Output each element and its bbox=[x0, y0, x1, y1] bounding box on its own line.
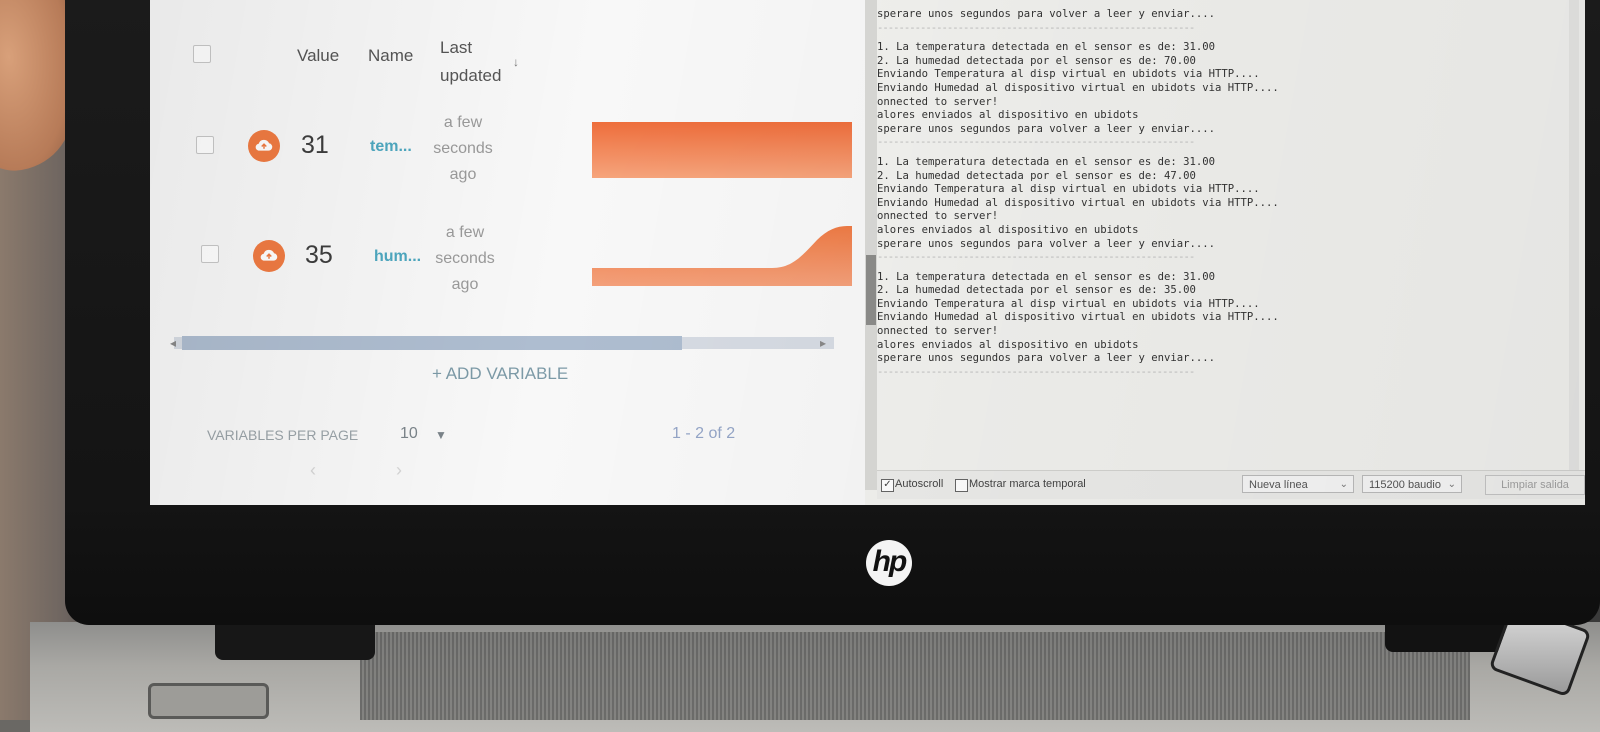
header-last-updated-line2: updated bbox=[440, 66, 502, 85]
serial-separator: ----------------------------------------… bbox=[877, 251, 1195, 264]
per-page-select[interactable]: 10 bbox=[400, 425, 418, 443]
serial-line: 1. La temperatura detectada en el sensor… bbox=[877, 155, 1216, 168]
left-scrollbar-thumb[interactable] bbox=[866, 255, 876, 325]
row-checkbox[interactable] bbox=[201, 245, 219, 263]
clear-output-button[interactable]: Limpiar salida bbox=[1485, 475, 1585, 495]
row-name-link[interactable]: hum... bbox=[374, 248, 421, 266]
serial-separator: ----------------------------------------… bbox=[877, 21, 1195, 34]
header-name[interactable]: Name bbox=[368, 46, 413, 66]
serial-line: 2. La humedad detectada por el sensor es… bbox=[877, 169, 1196, 182]
serial-line: alores enviados al dispositivo en ubidot… bbox=[877, 338, 1139, 351]
serial-toolbar: ✓ Autoscroll Mostrar marca temporal Nuev… bbox=[877, 470, 1585, 499]
cloud-upload-icon bbox=[248, 130, 280, 162]
serial-line: Enviando Humedad al dispositivo virtual … bbox=[877, 81, 1279, 94]
serial-line: onnected to server! bbox=[877, 325, 999, 338]
sort-arrow-icon[interactable]: ↓ bbox=[513, 55, 519, 69]
row-last-updated: a few seconds ago bbox=[435, 224, 495, 293]
serial-line: alores enviados al dispositivo en ubidot… bbox=[877, 223, 1139, 236]
pagination-range: 1 - 2 of 2 bbox=[672, 425, 736, 442]
screen: Value Name Last updated ↓ 31 tem... a fe… bbox=[150, 0, 1585, 505]
row-value: 31 bbox=[301, 131, 329, 159]
serial-line: onnected to server! bbox=[877, 210, 999, 223]
serial-line: sperare unos segundos para volver a leer… bbox=[877, 237, 1216, 250]
serial-scrollbar[interactable] bbox=[1569, 0, 1579, 470]
row-value: 35 bbox=[305, 241, 333, 269]
serial-line: 2. La humedad detectada por el sensor es… bbox=[877, 284, 1196, 297]
select-all-checkbox[interactable] bbox=[193, 45, 211, 63]
chevron-down-icon: ⌄ bbox=[1447, 479, 1456, 490]
serial-line: 2. La humedad detectada por el sensor es… bbox=[877, 54, 1196, 67]
autoscroll-checkbox[interactable]: ✓ bbox=[881, 479, 894, 492]
serial-line: Enviando Humedad al dispositivo virtual … bbox=[877, 311, 1279, 324]
baud-rate-value: 115200 baudio bbox=[1369, 479, 1441, 491]
cloud-upload-icon bbox=[253, 240, 285, 272]
row-name-link[interactable]: tem... bbox=[370, 138, 412, 156]
serial-monitor: sperare unos segundos para volver a leer… bbox=[865, 0, 1585, 505]
sparkline-humidity bbox=[592, 226, 852, 286]
chevron-down-icon: ⌄ bbox=[1339, 479, 1348, 490]
serial-line: Enviando Temperatura al disp virtual en … bbox=[877, 297, 1260, 310]
serial-line: onnected to server! bbox=[877, 95, 999, 108]
header-value[interactable]: Value bbox=[297, 46, 339, 66]
serial-separator: ----------------------------------------… bbox=[877, 136, 1195, 149]
chevron-down-icon[interactable]: ▼ bbox=[435, 428, 447, 442]
sparkline-temperature bbox=[592, 122, 852, 178]
variables-panel: Value Name Last updated ↓ 31 tem... a fe… bbox=[150, 0, 865, 505]
serial-line: alores enviados al dispositivo en ubidot… bbox=[877, 109, 1139, 122]
timestamp-label: Mostrar marca temporal bbox=[969, 478, 1086, 490]
per-page-label: VARIABLES PER PAGE bbox=[207, 427, 359, 443]
row-checkbox[interactable] bbox=[196, 136, 214, 154]
hp-logo: hp bbox=[866, 540, 912, 586]
serial-line: sperare unos segundos para volver a leer… bbox=[877, 122, 1216, 135]
pagination-arrows[interactable]: ‹› bbox=[310, 460, 482, 481]
hinge-left bbox=[215, 622, 375, 660]
timestamp-checkbox[interactable] bbox=[955, 479, 968, 492]
serial-line: Enviando Humedad al dispositivo virtual … bbox=[877, 196, 1279, 209]
header-last-updated[interactable]: Last updated bbox=[440, 38, 501, 86]
line-ending-select[interactable]: Nueva línea ⌄ bbox=[1242, 475, 1354, 493]
serial-line: Enviando Temperatura al disp virtual en … bbox=[877, 183, 1260, 196]
add-variable-button[interactable]: + ADD VARIABLE bbox=[432, 364, 568, 384]
serial-line: sperare unos segundos para volver a leer… bbox=[877, 8, 1216, 20]
scrollbar-thumb[interactable] bbox=[182, 336, 682, 350]
serial-line: Enviando Temperatura al disp virtual en … bbox=[877, 68, 1260, 81]
header-last-updated-line1: Last bbox=[440, 38, 473, 57]
serial-line: sperare unos segundos para volver a leer… bbox=[877, 352, 1216, 365]
left-scrollbar[interactable] bbox=[865, 0, 877, 490]
scroll-left-arrow-icon[interactable]: ◂ bbox=[170, 336, 176, 350]
serial-line: 1. La temperatura detectada en el sensor… bbox=[877, 41, 1216, 54]
baud-rate-select[interactable]: 115200 baudio ⌄ bbox=[1362, 475, 1462, 493]
serial-output: sperare unos segundos para volver a leer… bbox=[877, 8, 1577, 460]
touchpad-button bbox=[148, 683, 269, 719]
speaker-grille bbox=[360, 632, 1470, 720]
serial-separator: ----------------------------------------… bbox=[877, 365, 1195, 378]
serial-line: 1. La temperatura detectada en el sensor… bbox=[877, 270, 1216, 283]
line-ending-value: Nueva línea bbox=[1249, 479, 1308, 491]
autoscroll-label: Autoscroll bbox=[895, 478, 944, 490]
scroll-right-arrow-icon[interactable]: ▸ bbox=[820, 336, 826, 350]
row-last-updated: a few seconds ago bbox=[433, 114, 493, 183]
